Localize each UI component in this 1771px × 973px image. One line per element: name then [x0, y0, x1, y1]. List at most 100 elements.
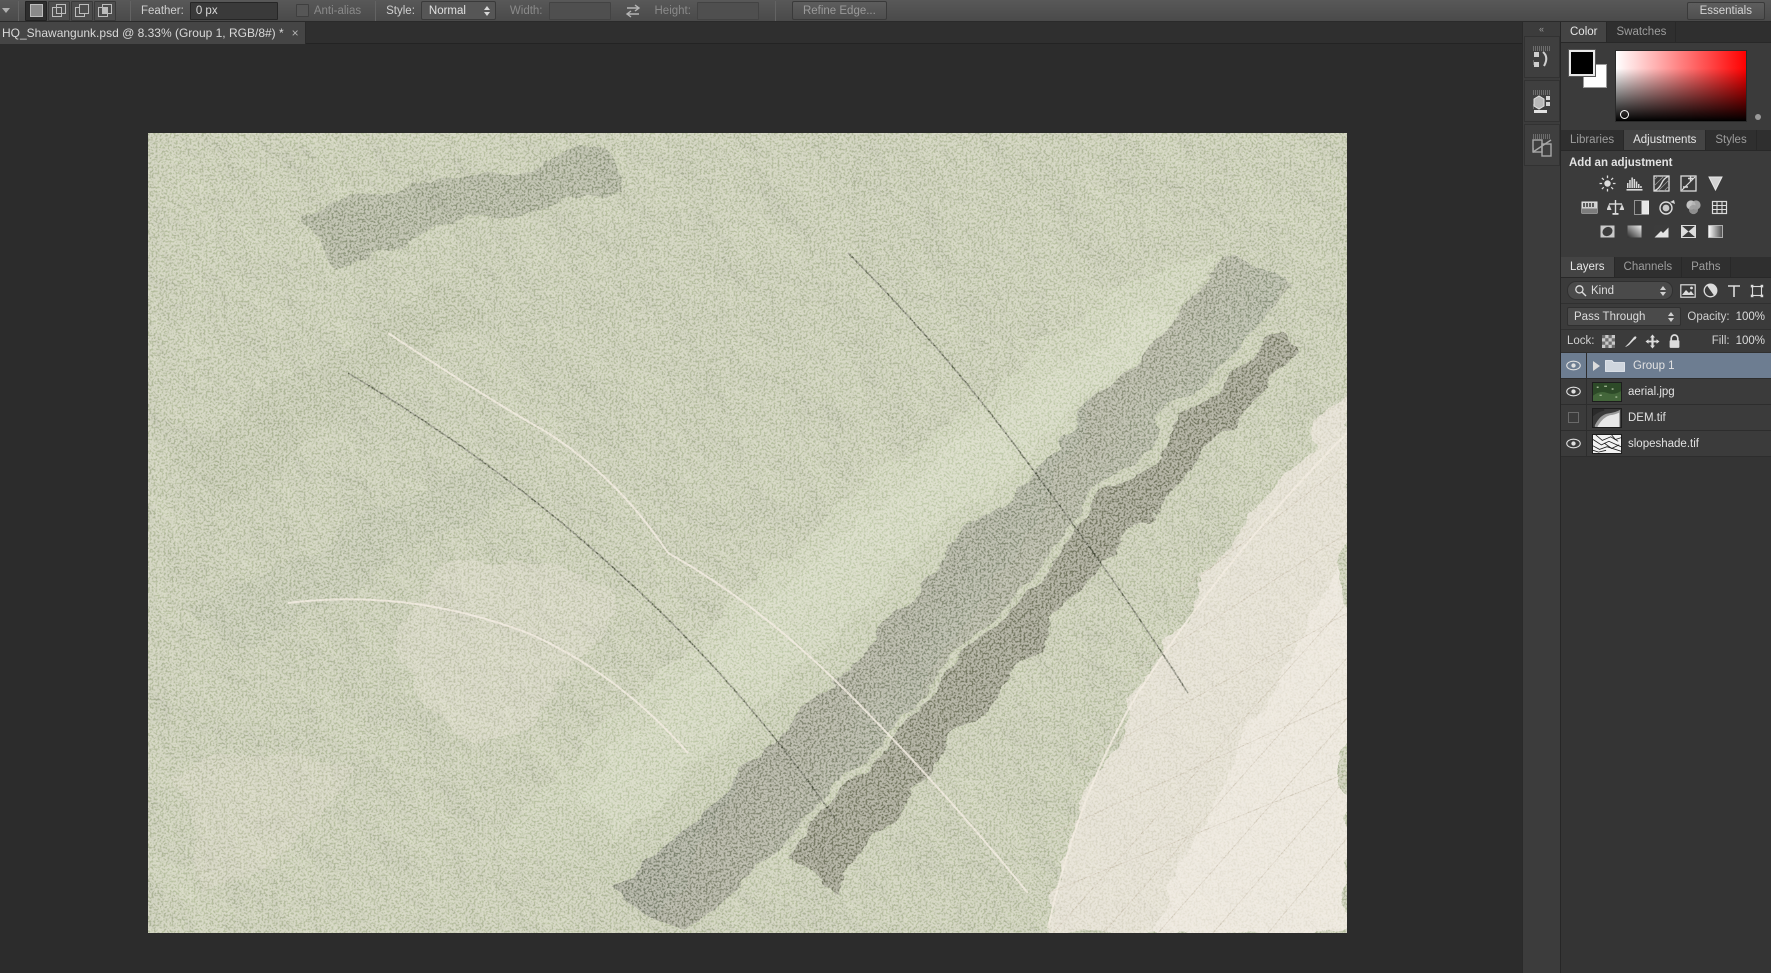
- height-input[interactable]: [696, 1, 759, 20]
- lock-transparent-pixels-icon[interactable]: [1601, 333, 1617, 349]
- document-tab[interactable]: HQ_Shawangunk.psd @ 8.33% (Group 1, RGB/…: [0, 22, 306, 44]
- history-panel-icon[interactable]: [1523, 36, 1560, 78]
- panel-grip-icon: [1532, 128, 1551, 153]
- opacity-value[interactable]: 100%: [1735, 310, 1765, 323]
- layer-kind-filter[interactable]: Kind: [1567, 281, 1673, 300]
- layer-visibility-toggle[interactable]: [1561, 405, 1587, 430]
- hue-saturation-icon[interactable]: [1581, 199, 1598, 216]
- opacity-label: Opacity:: [1687, 310, 1730, 323]
- blend-opacity-row: Pass Through Opacity: 100%: [1561, 304, 1771, 330]
- layers-panel: Kind Pass Through Opacity: 100% Lock: Fi…: [1561, 278, 1771, 457]
- layer-name: aerial.jpg: [1628, 385, 1675, 398]
- layer-visibility-toggle[interactable]: [1561, 431, 1587, 456]
- layer-kind-filter-value: Kind: [1591, 284, 1615, 297]
- layer-name: DEM.tif: [1628, 411, 1666, 424]
- layer-row-slopeshade[interactable]: slopeshade.tif: [1561, 431, 1771, 457]
- invert-icon[interactable]: [1599, 223, 1616, 240]
- toolbar-divider: [130, 0, 131, 21]
- exposure-icon[interactable]: [1680, 175, 1697, 192]
- filter-pixel-layers-icon[interactable]: [1679, 282, 1696, 299]
- curves-icon[interactable]: [1653, 175, 1670, 192]
- folder-icon: [1605, 358, 1625, 373]
- layer-visibility-toggle[interactable]: [1561, 353, 1587, 378]
- group-expand-arrow-icon[interactable]: [1593, 360, 1600, 371]
- levels-icon[interactable]: [1626, 175, 1643, 192]
- intersect-with-selection-button[interactable]: [94, 0, 116, 21]
- foreground-color-swatch[interactable]: [1568, 49, 1596, 77]
- vibrance-icon[interactable]: [1707, 175, 1724, 192]
- layer-filter-row: Kind: [1561, 278, 1771, 304]
- color-ramp-shade: [1616, 51, 1746, 121]
- width-label: Width:: [509, 4, 543, 17]
- swap-arrows-icon[interactable]: [625, 3, 641, 18]
- add-to-selection-button[interactable]: [48, 0, 70, 21]
- style-stepper-icon: [483, 5, 490, 16]
- lock-all-icon[interactable]: [1667, 333, 1683, 349]
- feather-label: Feather:: [141, 4, 184, 17]
- layer-thumbnail[interactable]: [1592, 381, 1622, 402]
- layer-row-dem[interactable]: DEM.tif: [1561, 405, 1771, 431]
- close-icon[interactable]: ×: [292, 27, 299, 39]
- blend-mode-select[interactable]: Pass Through: [1567, 307, 1682, 326]
- gradient-map-icon[interactable]: [1707, 223, 1724, 240]
- new-selection-button[interactable]: [25, 0, 47, 21]
- style-value: Normal: [428, 4, 466, 17]
- artboard-image[interactable]: [148, 133, 1347, 933]
- subtract-from-selection-button[interactable]: [71, 0, 93, 21]
- canvas-area[interactable]: [0, 44, 1530, 973]
- lock-image-pixels-icon[interactable]: [1623, 333, 1639, 349]
- collapsed-panel-rail: «: [1522, 22, 1560, 973]
- anti-alias-checkbox[interactable]: [295, 4, 309, 17]
- document-tab-title: HQ_Shawangunk.psd @ 8.33% (Group 1, RGB/…: [2, 26, 284, 40]
- adjustment-row-3: [1569, 223, 1763, 240]
- style-select[interactable]: Normal: [420, 1, 496, 20]
- add-adjustment-heading: Add an adjustment: [1569, 157, 1673, 169]
- lock-position-icon[interactable]: [1645, 333, 1661, 349]
- tab-channels[interactable]: Channels: [1615, 257, 1683, 277]
- adjustment-row-2: [1569, 199, 1763, 216]
- lock-row: Lock: Fill: 100%: [1561, 330, 1771, 353]
- posterize-icon[interactable]: [1626, 223, 1643, 240]
- layer-thumbnail[interactable]: [1592, 407, 1622, 428]
- color-ramp[interactable]: [1615, 50, 1747, 122]
- photoshop-window: Feather: 0 px Anti-alias Style: Normal W…: [0, 0, 1771, 973]
- filter-adjustment-layers-icon[interactable]: [1702, 282, 1719, 299]
- selective-color-icon[interactable]: [1680, 223, 1697, 240]
- tab-paths[interactable]: Paths: [1682, 257, 1731, 277]
- layer-row-group-1[interactable]: Group 1: [1561, 353, 1771, 379]
- threshold-icon[interactable]: [1653, 223, 1670, 240]
- subtract-from-selection-icon: [74, 3, 90, 18]
- color-balance-icon[interactable]: [1607, 199, 1624, 216]
- eye-off-icon: [1568, 412, 1579, 423]
- tab-libraries[interactable]: Libraries: [1561, 130, 1625, 150]
- color-ramp-picker[interactable]: [1620, 110, 1629, 119]
- layer-visibility-toggle[interactable]: [1561, 379, 1587, 404]
- filter-type-layers-icon[interactable]: [1725, 282, 1742, 299]
- width-input[interactable]: [548, 1, 611, 20]
- layer-row-aerial[interactable]: aerial.jpg: [1561, 379, 1771, 405]
- color-ramp-indicator: [1755, 114, 1761, 120]
- fill-value[interactable]: 100%: [1735, 335, 1765, 347]
- tab-swatches[interactable]: Swatches: [1607, 22, 1677, 42]
- workspace-switcher-button[interactable]: Essentials: [1686, 2, 1765, 20]
- color-lookup-icon[interactable]: [1711, 199, 1728, 216]
- tool-preset-chevron-icon[interactable]: [2, 8, 10, 13]
- feather-input[interactable]: 0 px: [189, 1, 278, 20]
- collapse-panels-icon[interactable]: «: [1523, 22, 1560, 36]
- brightness-contrast-icon[interactable]: [1599, 175, 1616, 192]
- color-swatches: [1568, 49, 1607, 88]
- tab-styles[interactable]: Styles: [1706, 130, 1757, 150]
- tab-color[interactable]: Color: [1561, 22, 1608, 42]
- channel-mixer-icon[interactable]: [1685, 199, 1702, 216]
- photo-filter-icon[interactable]: [1659, 199, 1676, 216]
- black-white-icon[interactable]: [1633, 199, 1650, 216]
- layer-thumbnail[interactable]: [1592, 433, 1622, 454]
- refine-edge-button[interactable]: Refine Edge...: [791, 1, 887, 20]
- 3d-panel-icon[interactable]: [1523, 80, 1560, 122]
- filter-shape-layers-icon[interactable]: [1748, 282, 1765, 299]
- tab-adjustments[interactable]: Adjustments: [1624, 130, 1707, 150]
- tab-layers[interactable]: Layers: [1561, 257, 1615, 277]
- toolbar-divider: [18, 0, 19, 21]
- color-panel: [1561, 43, 1771, 130]
- layer-comps-panel-icon[interactable]: [1523, 124, 1560, 166]
